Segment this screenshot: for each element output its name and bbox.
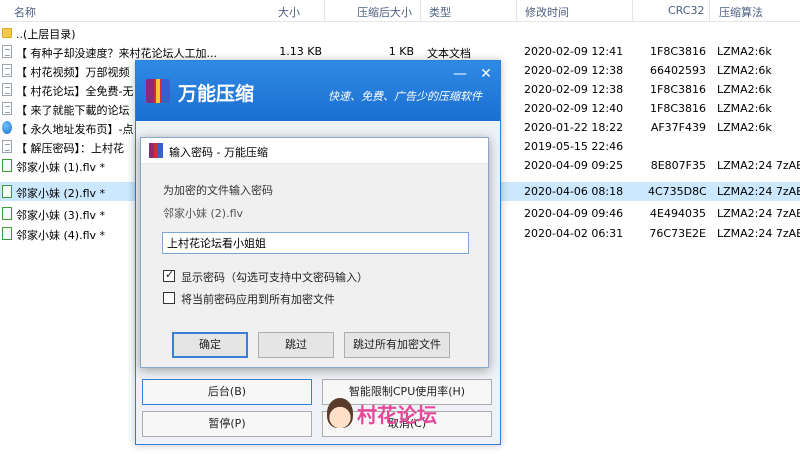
file-row[interactable]: 【 有种子却没速度？来村花论坛人工加... 1.13 KB 1 KB 文本文档 … xyxy=(0,42,800,61)
file-method: LZMA2:6k xyxy=(717,64,772,77)
close-button[interactable]: ✕ xyxy=(478,67,494,81)
file-packed-size: 1 KB xyxy=(388,45,414,58)
column-divider[interactable] xyxy=(420,0,421,22)
file-name: 【 村花论坛】全免费-无 xyxy=(16,85,134,98)
file-size: 1.13 KB xyxy=(279,45,322,58)
file-method: LZMA2:24 7zAES xyxy=(717,185,800,198)
file-method: LZMA2:6k xyxy=(717,121,772,134)
file-modified: 2020-04-06 08:18 xyxy=(524,185,624,198)
video-file-icon xyxy=(2,159,12,172)
skip-all-encrypted-button[interactable]: 跳过所有加密文件 xyxy=(344,332,450,358)
skip-button[interactable]: 跳过 xyxy=(258,332,334,358)
file-name: 邻家小妹 (1).flv * xyxy=(16,161,106,174)
apply-all-label: 将当前密码应用到所有加密文件 xyxy=(181,293,335,306)
column-divider[interactable] xyxy=(516,0,517,22)
file-method: LZMA2:24 7zAES xyxy=(717,227,800,240)
column-header-method[interactable]: 压缩算法 xyxy=(719,4,763,20)
file-crc32: 1F8C3816 xyxy=(650,102,706,115)
file-name: 【 永久地址发布页】-点 xyxy=(16,123,134,136)
extract-window-titlebar[interactable]: 万能压缩 快速、免费、广告少的压缩软件 — ✕ xyxy=(136,61,500,121)
password-dialog-titlebar[interactable]: 输入密码 - 万能压缩 xyxy=(141,138,488,164)
file-row-parent-dir[interactable]: ..(上层目录) xyxy=(0,23,800,42)
file-name: 邻家小妹 (4).flv * xyxy=(16,229,106,242)
file-name: ..(上层目录) xyxy=(16,28,76,41)
file-crc32: 4C735D8C xyxy=(648,185,706,198)
apply-all-checkbox[interactable] xyxy=(163,292,175,304)
app-slogan: 快速、免费、广告少的压缩软件 xyxy=(328,90,482,103)
file-modified: 2019-05-15 22:46 xyxy=(524,140,624,153)
file-modified: 2020-02-09 12:41 xyxy=(524,45,624,58)
file-modified: 2020-04-09 09:46 xyxy=(524,207,624,220)
file-name: 【 来了就能下載的论坛 xyxy=(16,104,130,117)
password-dialog-title: 输入密码 - 万能压缩 xyxy=(169,146,268,159)
column-divider[interactable] xyxy=(324,0,325,22)
background-button[interactable]: 后台(B) xyxy=(142,379,312,405)
file-crc32: 1F8C3816 xyxy=(650,83,706,96)
column-header-modified[interactable]: 修改时间 xyxy=(525,4,569,20)
file-name: 邻家小妹 (2).flv * xyxy=(16,187,106,200)
encrypted-file-name: 邻家小妹 (2).flv xyxy=(163,207,244,220)
minimize-button[interactable]: — xyxy=(452,67,468,81)
column-header-size[interactable]: 大小 xyxy=(278,4,300,20)
pause-button[interactable]: 暂停(P) xyxy=(142,411,312,437)
file-list-header: 名称 大小 压缩后大小 类型 修改时间 CRC32 压缩算法 xyxy=(0,0,800,22)
column-header-packed-size[interactable]: 压缩后大小 xyxy=(357,4,412,20)
app-title: 万能压缩 xyxy=(178,83,255,105)
video-file-icon xyxy=(2,207,12,220)
file-modified: 2020-02-09 12:40 xyxy=(524,102,624,115)
password-dialog: 输入密码 - 万能压缩 为加密的文件输入密码 邻家小妹 (2).flv 显示密码… xyxy=(140,137,489,368)
watermark-text: 村花论坛 xyxy=(357,403,437,427)
file-modified: 2020-04-09 09:25 xyxy=(524,159,624,172)
file-method: LZMA2:6k xyxy=(717,102,772,115)
password-prompt: 为加密的文件输入密码 xyxy=(163,184,273,197)
show-password-checkbox[interactable] xyxy=(163,268,175,282)
file-crc32: 76C73E2E xyxy=(649,227,706,240)
file-modified: 2020-02-09 12:38 xyxy=(524,83,624,96)
file-modified: 2020-01-22 18:22 xyxy=(524,121,624,134)
column-header-type[interactable]: 类型 xyxy=(429,4,451,20)
text-file-icon xyxy=(2,140,12,153)
file-name: 【 解压密码】：上村花 xyxy=(16,142,124,155)
video-file-icon xyxy=(2,227,12,240)
file-method: LZMA2:6k xyxy=(717,83,772,96)
ok-button[interactable]: 确定 xyxy=(172,332,248,358)
file-modified: 2020-04-02 06:31 xyxy=(524,227,624,240)
file-method: LZMA2:6k xyxy=(717,45,772,58)
column-divider[interactable] xyxy=(709,0,710,22)
text-file-icon xyxy=(2,83,12,96)
column-header-crc32[interactable]: CRC32 xyxy=(668,4,704,17)
file-method: LZMA2:24 7zAES xyxy=(717,159,800,172)
file-name: 【 村花视频】万部视频 xyxy=(16,66,130,79)
url-file-icon xyxy=(2,121,12,134)
folder-up-icon xyxy=(2,28,12,38)
app-logo-icon xyxy=(146,79,170,103)
file-crc32: 8E807F35 xyxy=(650,159,706,172)
password-input[interactable] xyxy=(162,232,469,254)
file-crc32: AF37F439 xyxy=(650,121,706,134)
show-password-label: 显示密码（勾选可支持中文密码输入） xyxy=(181,271,368,284)
column-header-name[interactable]: 名称 xyxy=(14,4,36,20)
app-logo-icon xyxy=(149,143,163,158)
file-crc32: 1F8C3816 xyxy=(650,45,706,58)
file-modified: 2020-02-09 12:38 xyxy=(524,64,624,77)
file-type: 文本文档 xyxy=(427,47,471,60)
file-name: 【 有种子却没速度？来村花论坛人工加... xyxy=(16,47,217,60)
text-file-icon xyxy=(2,102,12,115)
video-file-icon xyxy=(2,185,12,198)
text-file-icon xyxy=(2,64,12,77)
watermark-avatar-icon xyxy=(327,398,353,428)
file-crc32: 4E494035 xyxy=(650,207,706,220)
text-file-icon xyxy=(2,45,12,58)
file-crc32: 66402593 xyxy=(650,64,706,77)
file-name: 邻家小妹 (3).flv * xyxy=(16,209,106,222)
column-divider[interactable] xyxy=(632,0,633,22)
file-method: LZMA2:24 7zAES xyxy=(717,207,800,220)
